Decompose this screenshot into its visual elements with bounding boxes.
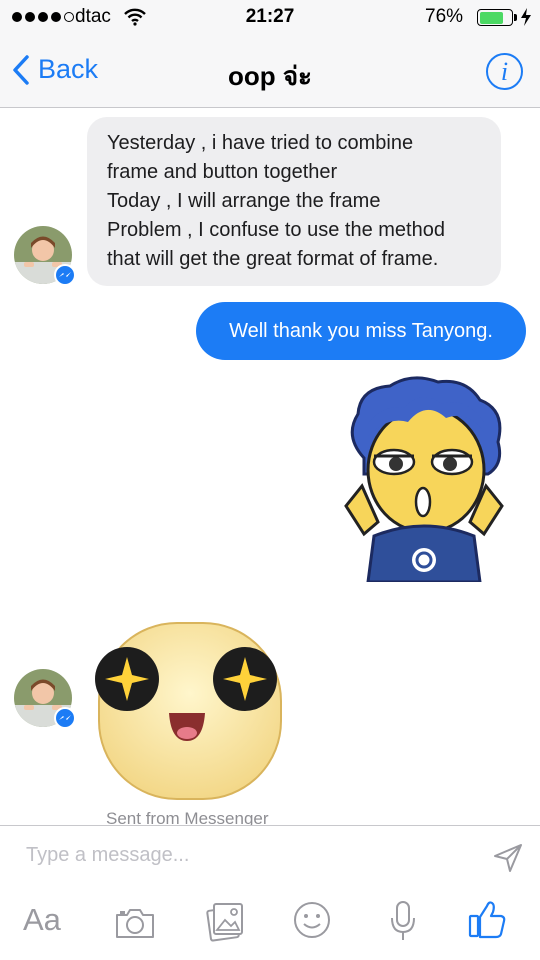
battery-level (479, 11, 504, 24)
back-button[interactable]: Back (12, 54, 98, 85)
outgoing-message-bubble[interactable]: Well thank you miss Tanyong. (196, 302, 526, 360)
text-format-button[interactable]: Aa (23, 902, 61, 938)
message-line: frame and button together (107, 161, 338, 183)
incoming-message-bubble[interactable]: Yesterday , i have tried to combine fram… (87, 117, 501, 286)
composer-toolbar: Aa (0, 898, 540, 948)
bolt-icon (521, 8, 531, 26)
message-line: Yesterday , i have tried to combine (107, 132, 414, 154)
contact-avatar[interactable] (14, 669, 76, 729)
camera-icon[interactable] (114, 906, 156, 940)
message-input[interactable] (26, 844, 466, 867)
message-line: Problem , I confuse to use the method (107, 219, 445, 241)
back-label: Back (38, 54, 99, 84)
message-composer: Aa (0, 825, 540, 960)
like-thumbs-up-icon[interactable] (467, 898, 507, 940)
microphone-icon[interactable] (389, 900, 417, 942)
message-line: Today , I will arrange the frame (107, 190, 381, 212)
message-list[interactable]: Yesterday , i have tried to combine fram… (0, 109, 540, 825)
sent-from-label: Sent from Messenger (106, 809, 269, 825)
chevron-left-icon (13, 54, 29, 85)
emoji-sticker-icon[interactable] (292, 900, 332, 940)
info-button[interactable]: i (486, 53, 523, 90)
send-icon[interactable] (492, 842, 524, 874)
messenger-badge-icon (54, 264, 76, 286)
battery-percentage: 76% (425, 6, 464, 27)
photo-gallery-icon[interactable] (205, 900, 245, 942)
contact-avatar[interactable] (14, 226, 76, 286)
sticker-cartoon-man[interactable] (338, 376, 510, 582)
battery-icon (477, 9, 513, 26)
sticker-starry-eyes-face[interactable] (95, 617, 285, 807)
conversation-header: Back oop จ่ะ i (0, 36, 540, 108)
message-line: that will get the great format of frame. (107, 248, 439, 270)
status-bar: dtac 21:27 76% (0, 0, 540, 36)
messenger-badge-icon (54, 707, 76, 729)
